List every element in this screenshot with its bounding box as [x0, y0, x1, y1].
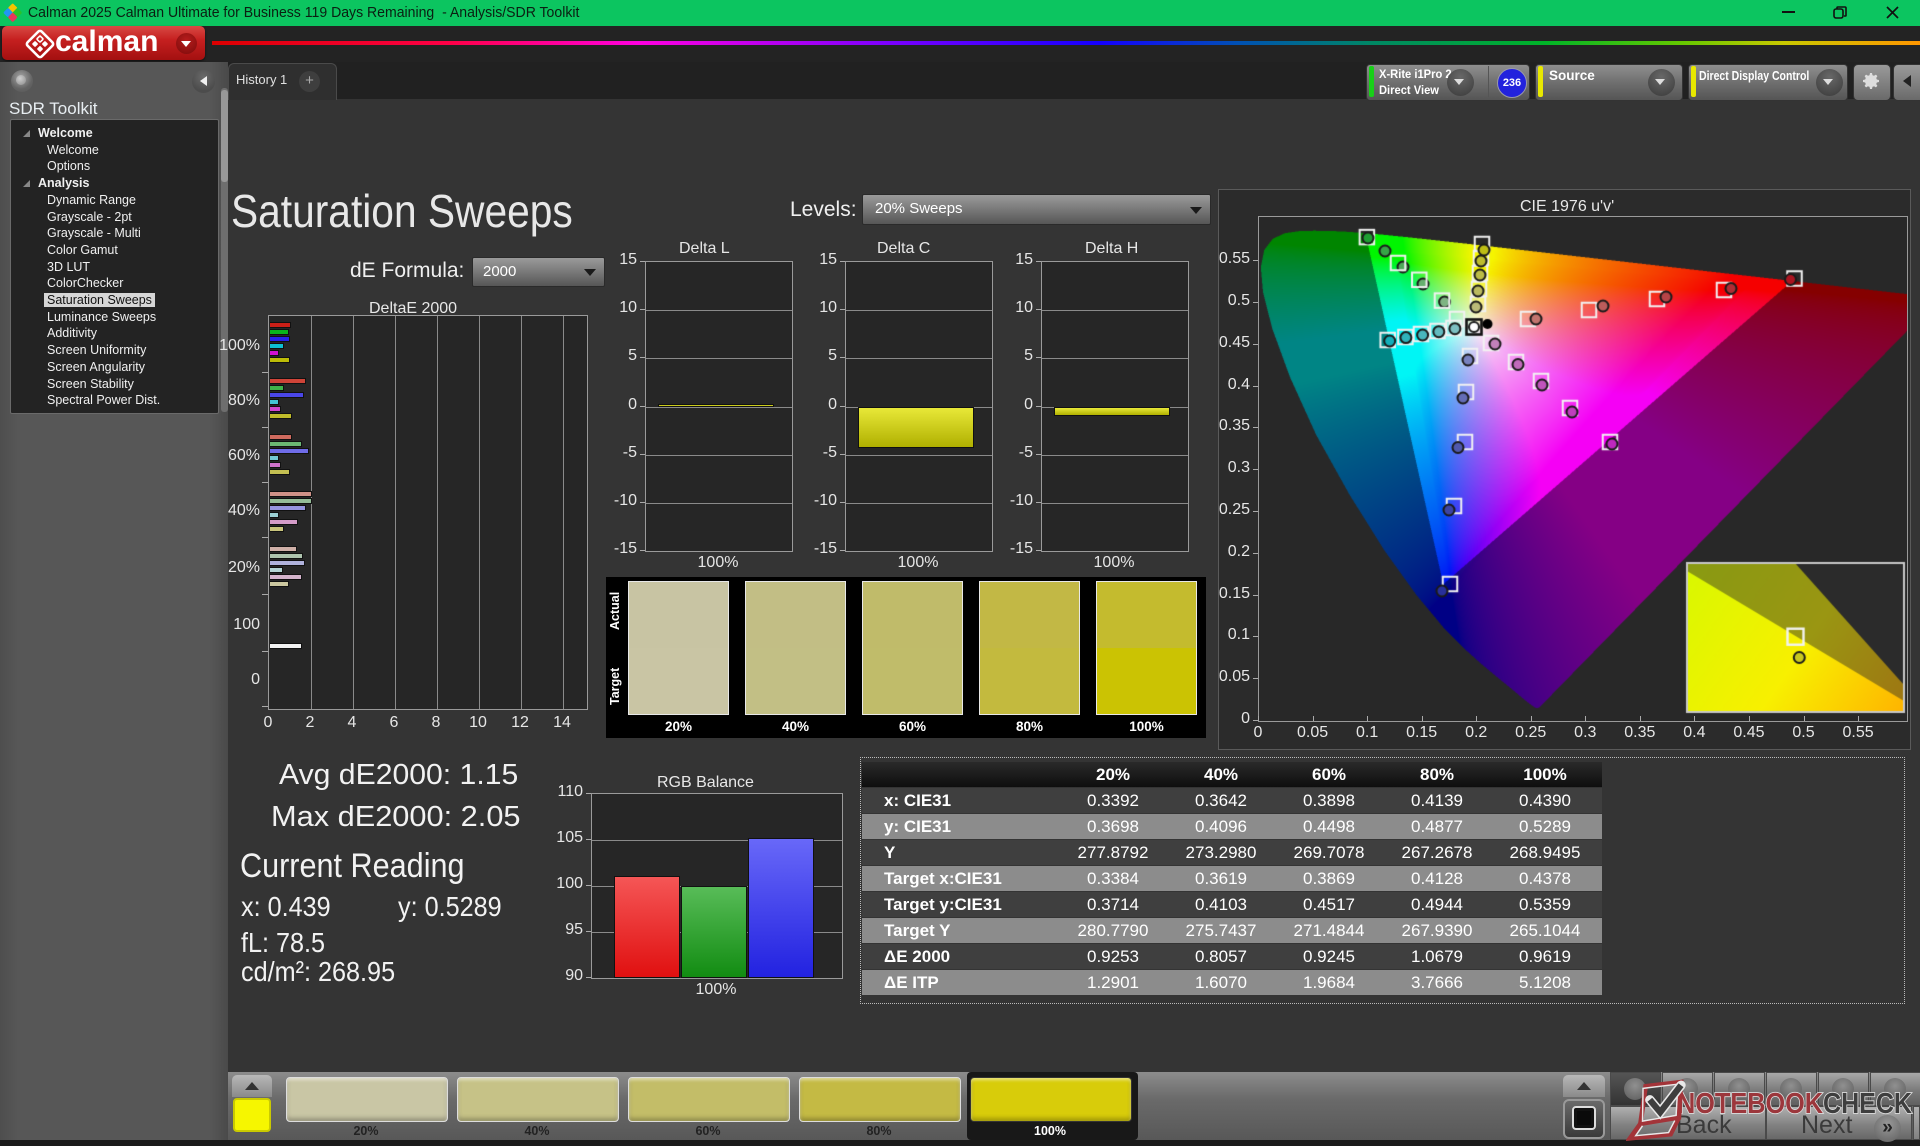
svg-text:NOTEBOOK: NOTEBOOK — [1677, 1088, 1823, 1120]
svg-text:CHECK: CHECK — [1823, 1088, 1912, 1120]
